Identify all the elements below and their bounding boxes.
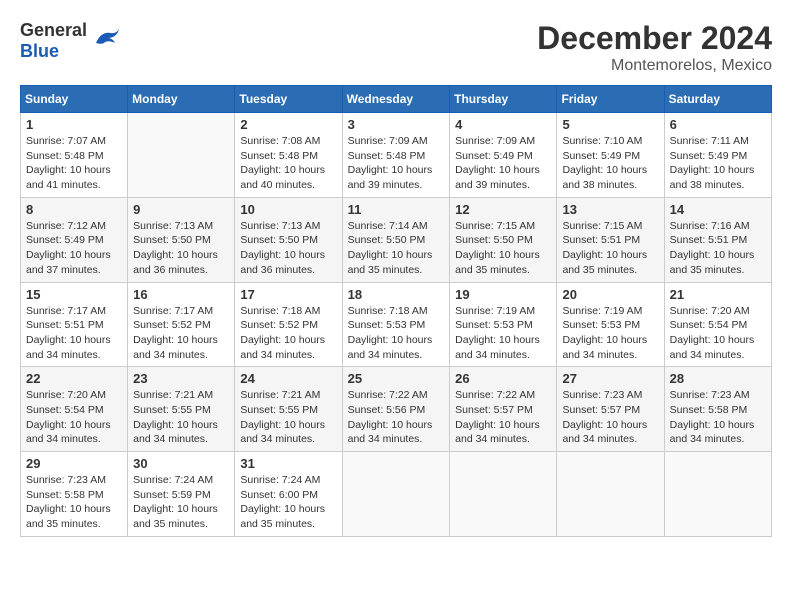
table-row: 6 Sunrise: 7:11 AM Sunset: 5:49 PM Dayli… bbox=[664, 113, 771, 198]
calendar-table: Sunday Monday Tuesday Wednesday Thursday… bbox=[20, 85, 772, 537]
col-monday: Monday bbox=[128, 86, 235, 113]
empty-cell bbox=[664, 452, 771, 537]
table-row: 15 Sunrise: 7:17 AM Sunset: 5:51 PM Dayl… bbox=[21, 282, 128, 367]
empty-cell bbox=[450, 452, 557, 537]
table-row: 10 Sunrise: 7:13 AM Sunset: 5:50 PM Dayl… bbox=[235, 197, 342, 282]
logo-bird-icon bbox=[91, 23, 121, 59]
table-row: 18 Sunrise: 7:18 AM Sunset: 5:53 PM Dayl… bbox=[342, 282, 450, 367]
calendar-week-row: 22 Sunrise: 7:20 AM Sunset: 5:54 PM Dayl… bbox=[21, 367, 772, 452]
table-row: 3 Sunrise: 7:09 AM Sunset: 5:48 PM Dayli… bbox=[342, 113, 450, 198]
logo-blue: Blue bbox=[20, 41, 59, 61]
table-row: 26 Sunrise: 7:22 AM Sunset: 5:57 PM Dayl… bbox=[450, 367, 557, 452]
table-row: 27 Sunrise: 7:23 AM Sunset: 5:57 PM Dayl… bbox=[557, 367, 664, 452]
table-row: 19 Sunrise: 7:19 AM Sunset: 5:53 PM Dayl… bbox=[450, 282, 557, 367]
table-row: 31 Sunrise: 7:24 AM Sunset: 6:00 PM Dayl… bbox=[235, 452, 342, 537]
table-row: 25 Sunrise: 7:22 AM Sunset: 5:56 PM Dayl… bbox=[342, 367, 450, 452]
table-row: 21 Sunrise: 7:20 AM Sunset: 5:54 PM Dayl… bbox=[664, 282, 771, 367]
table-row: 16 Sunrise: 7:17 AM Sunset: 5:52 PM Dayl… bbox=[128, 282, 235, 367]
table-row: 11 Sunrise: 7:14 AM Sunset: 5:50 PM Dayl… bbox=[342, 197, 450, 282]
table-row: 4 Sunrise: 7:09 AM Sunset: 5:49 PM Dayli… bbox=[450, 113, 557, 198]
calendar-header-row: Sunday Monday Tuesday Wednesday Thursday… bbox=[21, 86, 772, 113]
logo: General Blue bbox=[20, 20, 121, 62]
table-row: 12 Sunrise: 7:15 AM Sunset: 5:50 PM Dayl… bbox=[450, 197, 557, 282]
table-row: 13 Sunrise: 7:15 AM Sunset: 5:51 PM Dayl… bbox=[557, 197, 664, 282]
table-row: 5 Sunrise: 7:10 AM Sunset: 5:49 PM Dayli… bbox=[557, 113, 664, 198]
col-tuesday: Tuesday bbox=[235, 86, 342, 113]
table-row: 29 Sunrise: 7:23 AM Sunset: 5:58 PM Dayl… bbox=[21, 452, 128, 537]
col-sunday: Sunday bbox=[21, 86, 128, 113]
col-saturday: Saturday bbox=[664, 86, 771, 113]
table-row: 8 Sunrise: 7:12 AM Sunset: 5:49 PM Dayli… bbox=[21, 197, 128, 282]
page-header: General Blue December 2024 Montemorelos,… bbox=[20, 20, 772, 75]
table-row: 20 Sunrise: 7:19 AM Sunset: 5:53 PM Dayl… bbox=[557, 282, 664, 367]
table-row: 17 Sunrise: 7:18 AM Sunset: 5:52 PM Dayl… bbox=[235, 282, 342, 367]
table-row: 22 Sunrise: 7:20 AM Sunset: 5:54 PM Dayl… bbox=[21, 367, 128, 452]
table-row: 28 Sunrise: 7:23 AM Sunset: 5:58 PM Dayl… bbox=[664, 367, 771, 452]
empty-cell bbox=[128, 113, 235, 198]
table-row: 2 Sunrise: 7:08 AM Sunset: 5:48 PM Dayli… bbox=[235, 113, 342, 198]
location-title: Montemorelos, Mexico bbox=[537, 57, 772, 75]
title-area: December 2024 Montemorelos, Mexico bbox=[537, 20, 772, 75]
calendar-week-row: 1 Sunrise: 7:07 AM Sunset: 5:48 PM Dayli… bbox=[21, 113, 772, 198]
table-row: 23 Sunrise: 7:21 AM Sunset: 5:55 PM Dayl… bbox=[128, 367, 235, 452]
table-row: 9 Sunrise: 7:13 AM Sunset: 5:50 PM Dayli… bbox=[128, 197, 235, 282]
calendar-week-row: 8 Sunrise: 7:12 AM Sunset: 5:49 PM Dayli… bbox=[21, 197, 772, 282]
empty-cell bbox=[342, 452, 450, 537]
table-row: 1 Sunrise: 7:07 AM Sunset: 5:48 PM Dayli… bbox=[21, 113, 128, 198]
col-friday: Friday bbox=[557, 86, 664, 113]
month-title: December 2024 bbox=[537, 20, 772, 57]
calendar-week-row: 15 Sunrise: 7:17 AM Sunset: 5:51 PM Dayl… bbox=[21, 282, 772, 367]
table-row: 24 Sunrise: 7:21 AM Sunset: 5:55 PM Dayl… bbox=[235, 367, 342, 452]
calendar-week-row: 29 Sunrise: 7:23 AM Sunset: 5:58 PM Dayl… bbox=[21, 452, 772, 537]
logo-general: General bbox=[20, 20, 87, 40]
col-wednesday: Wednesday bbox=[342, 86, 450, 113]
table-row: 14 Sunrise: 7:16 AM Sunset: 5:51 PM Dayl… bbox=[664, 197, 771, 282]
empty-cell bbox=[557, 452, 664, 537]
table-row: 30 Sunrise: 7:24 AM Sunset: 5:59 PM Dayl… bbox=[128, 452, 235, 537]
col-thursday: Thursday bbox=[450, 86, 557, 113]
